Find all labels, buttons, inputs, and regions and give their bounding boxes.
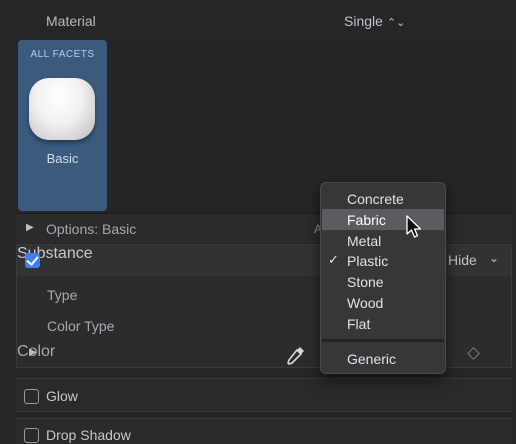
menu-item-wood[interactable]: Wood <box>322 292 444 313</box>
material-preview-thumbnail <box>29 78 95 140</box>
menu-item-fabric[interactable]: Fabric <box>322 209 444 230</box>
menu-item-label: Flat <box>347 316 371 332</box>
disclosure-triangle-icon[interactable]: ▶ <box>26 222 34 233</box>
color-type-label: Color Type <box>47 318 115 334</box>
menu-item-generic[interactable]: Generic <box>322 348 444 369</box>
material-label: Material <box>46 13 96 29</box>
material-mode-selector[interactable]: Single ⌃⌄ <box>344 13 405 29</box>
keyframe-diamond-icon[interactable] <box>467 347 480 360</box>
menu-item-label: Metal <box>347 233 382 249</box>
checkmark-icon: ✓ <box>328 252 339 267</box>
menu-separator <box>322 339 444 342</box>
glow-row[interactable]: Glow <box>16 378 512 412</box>
menu-item-flat[interactable]: Flat <box>322 313 444 334</box>
menu-item-label: Concrete <box>347 191 404 207</box>
menu-item-plastic[interactable]: ✓ Plastic <box>322 250 444 271</box>
facet-tile-caption: ALL FACETS <box>30 49 95 60</box>
drop-shadow-checkbox[interactable] <box>24 428 39 443</box>
material-mode-value: Single <box>344 13 383 29</box>
facet-tile-name: Basic <box>46 151 79 166</box>
facet-tile-all-facets[interactable]: ALL FACETS Basic <box>18 40 107 211</box>
menu-item-label: Plastic <box>347 253 389 269</box>
substance-checkbox[interactable] <box>25 253 40 268</box>
inspector-panel: Material Single ⌃⌄ ALL FACETS Basic ▶ Opt… <box>0 0 516 444</box>
material-header: Material Single ⌃⌄ <box>16 0 512 42</box>
glow-checkbox[interactable] <box>24 389 39 404</box>
hide-button[interactable]: Hide <box>448 252 477 268</box>
menu-item-stone[interactable]: Stone <box>322 271 444 292</box>
options-label: Options: Basic <box>46 221 137 237</box>
menu-item-label: Stone <box>347 274 384 290</box>
disclosure-triangle-icon[interactable]: ▶ <box>29 347 37 358</box>
menu-item-label: Wood <box>347 295 384 311</box>
menu-item-label: Fabric <box>347 212 386 228</box>
menu-item-label: Generic <box>347 351 397 367</box>
drop-shadow-label: Drop Shadow <box>46 427 131 443</box>
mouse-pointer-icon <box>406 215 422 238</box>
chevron-down-icon[interactable]: ⌄ <box>489 251 499 265</box>
substance-type-menu: Concrete Fabric Metal ✓ Plastic Stone Woo… <box>320 182 446 374</box>
menu-item-metal[interactable]: Metal <box>322 230 444 251</box>
eyedropper-icon[interactable] <box>285 344 307 366</box>
glow-label: Glow <box>46 388 78 404</box>
up-down-chevron-icon: ⌃⌄ <box>386 17 406 29</box>
drop-shadow-row[interactable]: Drop Shadow <box>16 418 512 444</box>
menu-item-concrete[interactable]: Concrete <box>322 188 444 209</box>
